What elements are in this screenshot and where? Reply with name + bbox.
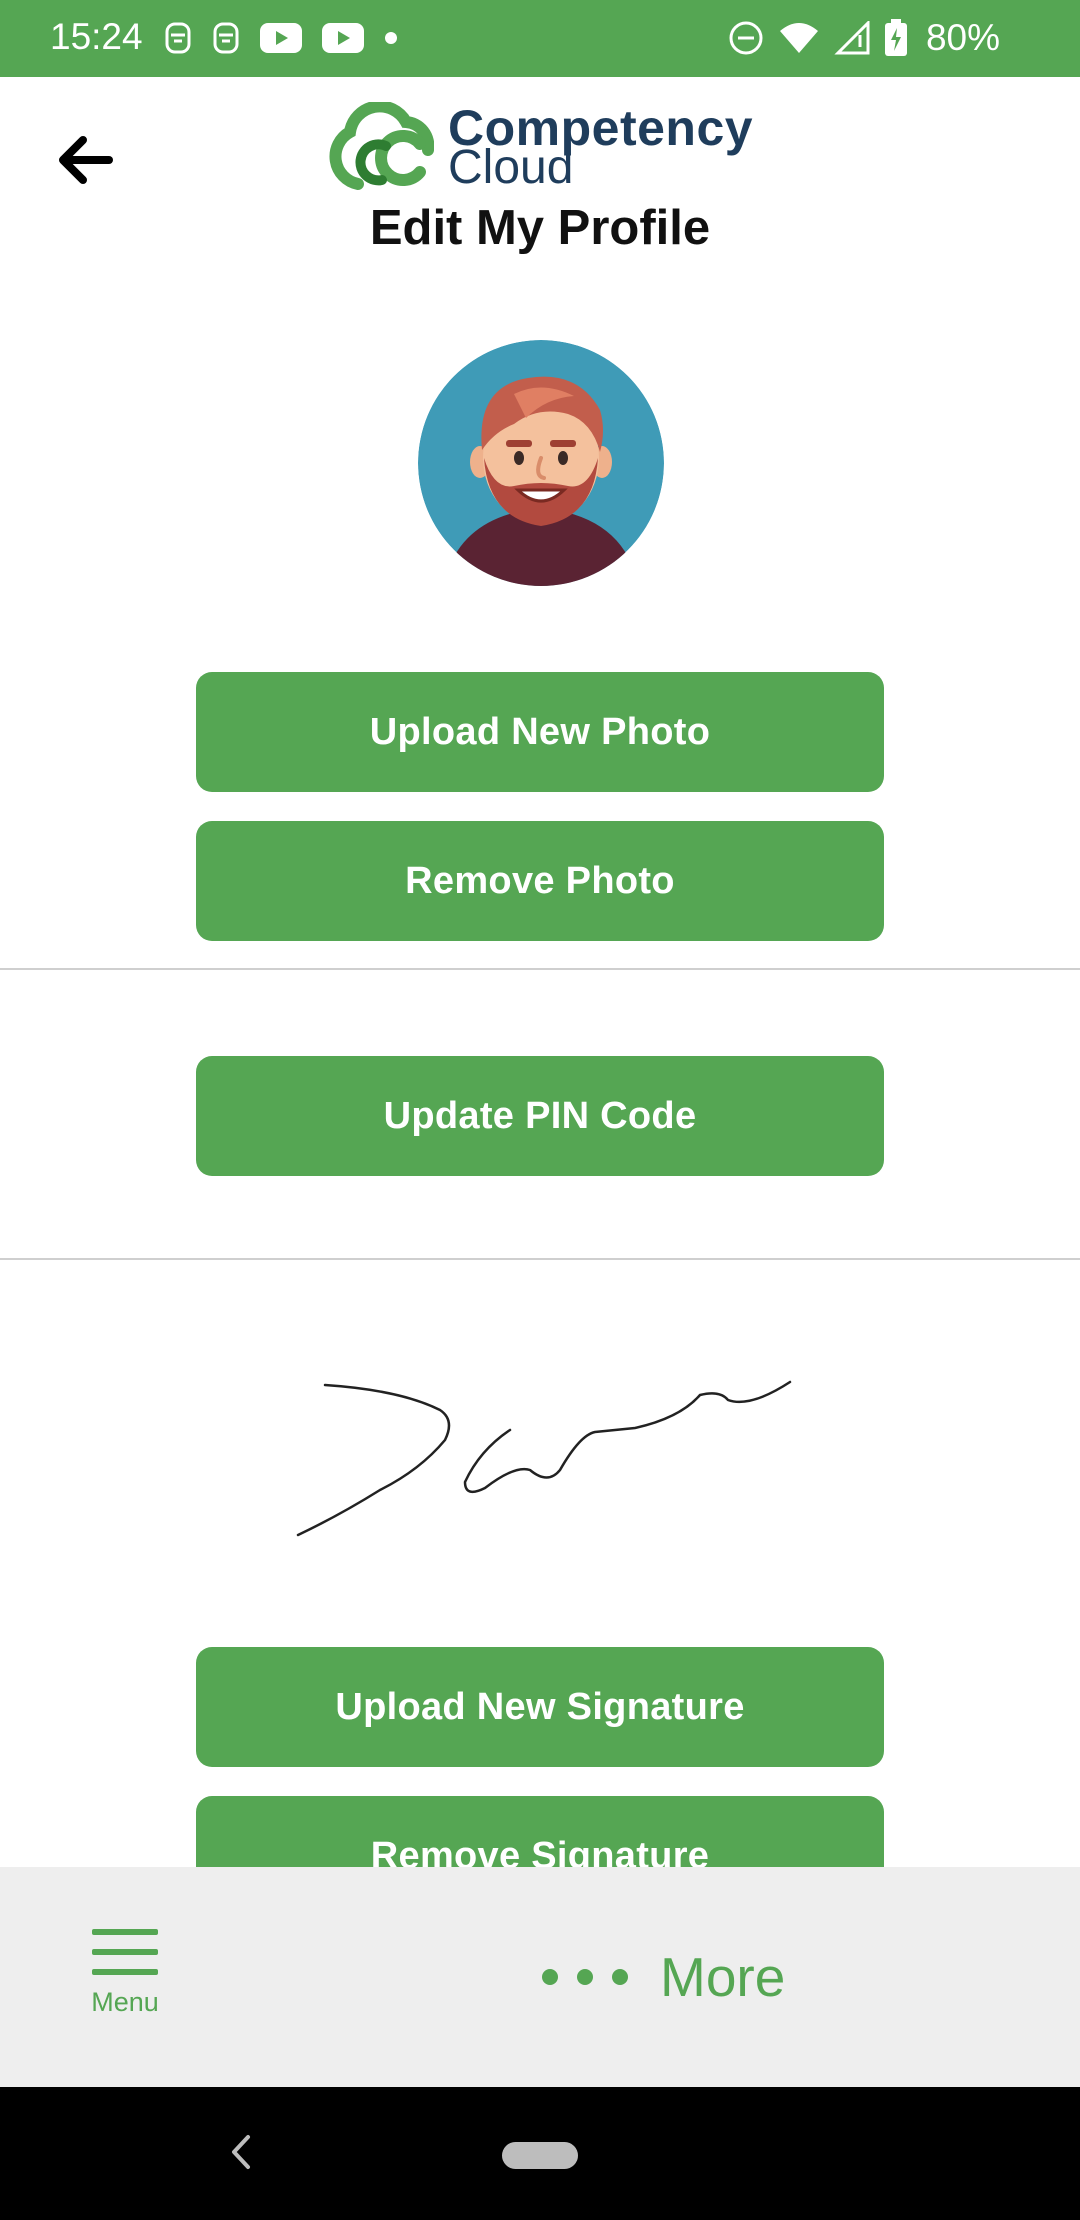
page-title: Edit My Profile bbox=[369, 201, 711, 255]
system-home-pill[interactable] bbox=[502, 2142, 578, 2169]
cloud-logo-icon bbox=[329, 102, 434, 190]
wifi-icon bbox=[779, 23, 818, 53]
system-navigation-bar bbox=[0, 2087, 1080, 2220]
upload-signature-button[interactable]: Upload New Signature bbox=[196, 1647, 884, 1767]
battery-charging-icon bbox=[884, 19, 907, 56]
more-button[interactable]: More bbox=[540, 1927, 785, 2027]
notification-icon bbox=[165, 22, 191, 54]
status-icons-right: 80% bbox=[728, 14, 1000, 62]
status-icons-left bbox=[164, 14, 398, 62]
update-pin-button[interactable]: Update PIN Code bbox=[196, 1056, 884, 1176]
battery-percent: 80% bbox=[925, 17, 1000, 58]
dot-icon bbox=[385, 32, 397, 44]
avatar-image bbox=[418, 340, 664, 586]
divider bbox=[0, 1258, 1080, 1260]
hamburger-menu-icon bbox=[92, 1929, 158, 1975]
notification-icon bbox=[213, 22, 239, 54]
back-button[interactable] bbox=[52, 128, 120, 192]
status-time: 15:24 bbox=[50, 16, 143, 57]
menu-button[interactable]: Menu bbox=[70, 1927, 180, 2047]
avatar bbox=[418, 340, 664, 586]
status-bar: 15:24 80% bbox=[0, 0, 1080, 77]
competency-cloud-logo: Competency Cloud bbox=[328, 100, 758, 194]
bottom-navigation: Menu More bbox=[0, 1867, 1080, 2087]
menu-label: Menu bbox=[91, 1987, 159, 2017]
upload-photo-button[interactable]: Upload New Photo bbox=[196, 672, 884, 792]
divider bbox=[0, 968, 1080, 970]
dnd-icon bbox=[729, 21, 763, 55]
arrow-left-icon bbox=[59, 136, 113, 184]
youtube-icon bbox=[260, 23, 302, 53]
more-label: More bbox=[660, 1946, 786, 2008]
signature-image bbox=[296, 1380, 792, 1537]
remove-photo-button[interactable]: Remove Photo bbox=[196, 821, 884, 941]
more-dots-icon bbox=[542, 1969, 628, 1985]
youtube-icon bbox=[322, 23, 364, 53]
signal-icon bbox=[834, 21, 870, 55]
system-back-icon[interactable] bbox=[222, 2127, 262, 2177]
logo-text-cloud: Cloud bbox=[448, 141, 574, 194]
